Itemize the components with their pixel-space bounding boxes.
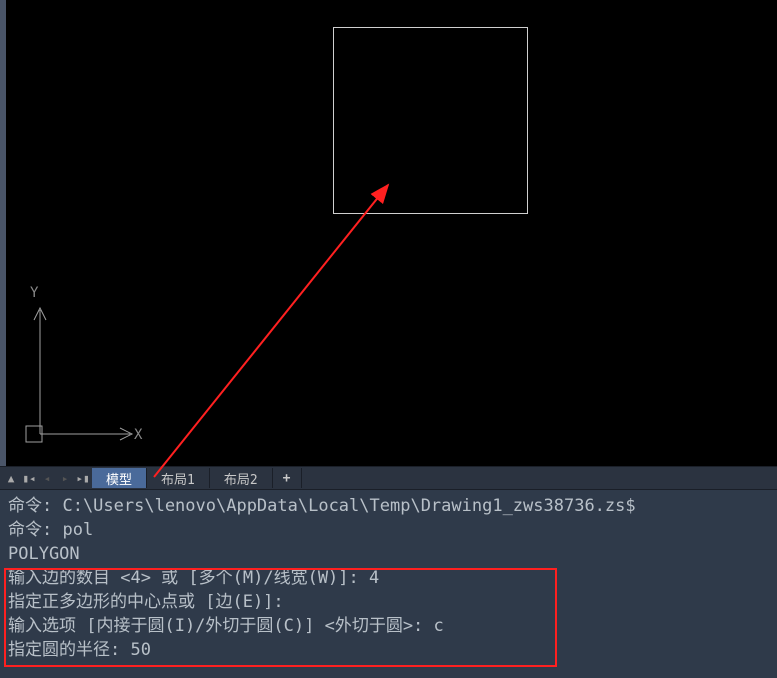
tab-nav-last-icon[interactable]: ▸▮ <box>74 468 92 488</box>
tab-nav-first-icon[interactable]: ▮◂ <box>20 468 38 488</box>
tab-add-button[interactable]: + <box>273 468 302 488</box>
tab-layout2-label: 布局2 <box>224 469 258 488</box>
ucs-axis-icon <box>22 302 162 462</box>
command-line-4: 输入边的数目 <4> 或 [多个(M)/线宽(W)]: 4 <box>8 566 769 590</box>
annotation-arrow <box>151 180 431 480</box>
layout-tab-bar: ▲ ▮◂ ◂ ▸ ▸▮ 模型 布局1 布局2 + <box>0 466 777 490</box>
command-line-2: 命令: pol <box>8 518 769 542</box>
tab-scroll-up-icon[interactable]: ▲ <box>2 468 20 488</box>
command-line-6: 输入选项 [内接于圆(I)/外切于圆(C)] <外切于圆>: c <box>8 614 769 638</box>
command-line-1: 命令: C:\Users\lenovo\AppData\Local\Temp\D… <box>8 494 769 518</box>
tab-layout1[interactable]: 布局1 <box>147 468 210 488</box>
axis-y-label: Y <box>30 285 38 301</box>
command-line-3: POLYGON <box>8 542 769 566</box>
tab-nav-next-icon[interactable]: ▸ <box>56 468 74 488</box>
tab-model[interactable]: 模型 <box>92 468 147 488</box>
command-line-7: 指定圆的半径: 50 <box>8 638 769 662</box>
tab-layout1-label: 布局1 <box>161 469 195 488</box>
tab-model-label: 模型 <box>106 469 132 488</box>
plus-icon: + <box>283 471 291 486</box>
polygon-square-shape <box>333 27 528 214</box>
command-line-panel[interactable]: 命令: C:\Users\lenovo\AppData\Local\Temp\D… <box>0 490 777 678</box>
tab-nav-prev-icon[interactable]: ◂ <box>38 468 56 488</box>
command-line-5: 指定正多边形的中心点或 [边(E)]: <box>8 590 769 614</box>
drawing-viewport[interactable]: Y X <box>0 0 777 466</box>
tab-layout2[interactable]: 布局2 <box>210 468 273 488</box>
